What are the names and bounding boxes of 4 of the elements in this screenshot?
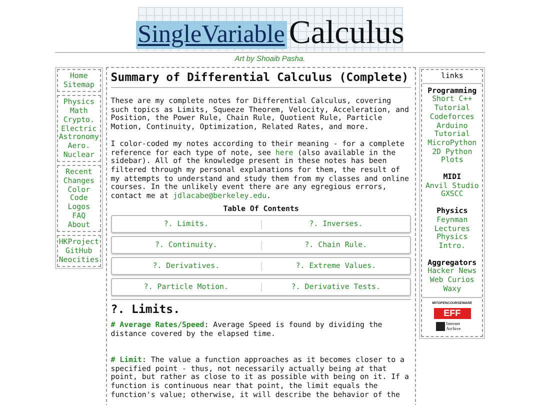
section-title: ?. Limits. bbox=[110, 302, 182, 316]
eff-badge[interactable]: EFF bbox=[434, 308, 471, 320]
site-logo: SingleVariable Calculus bbox=[138, 7, 402, 51]
page-title: Summary of Differential Calculus (Complete) bbox=[110, 70, 412, 88]
